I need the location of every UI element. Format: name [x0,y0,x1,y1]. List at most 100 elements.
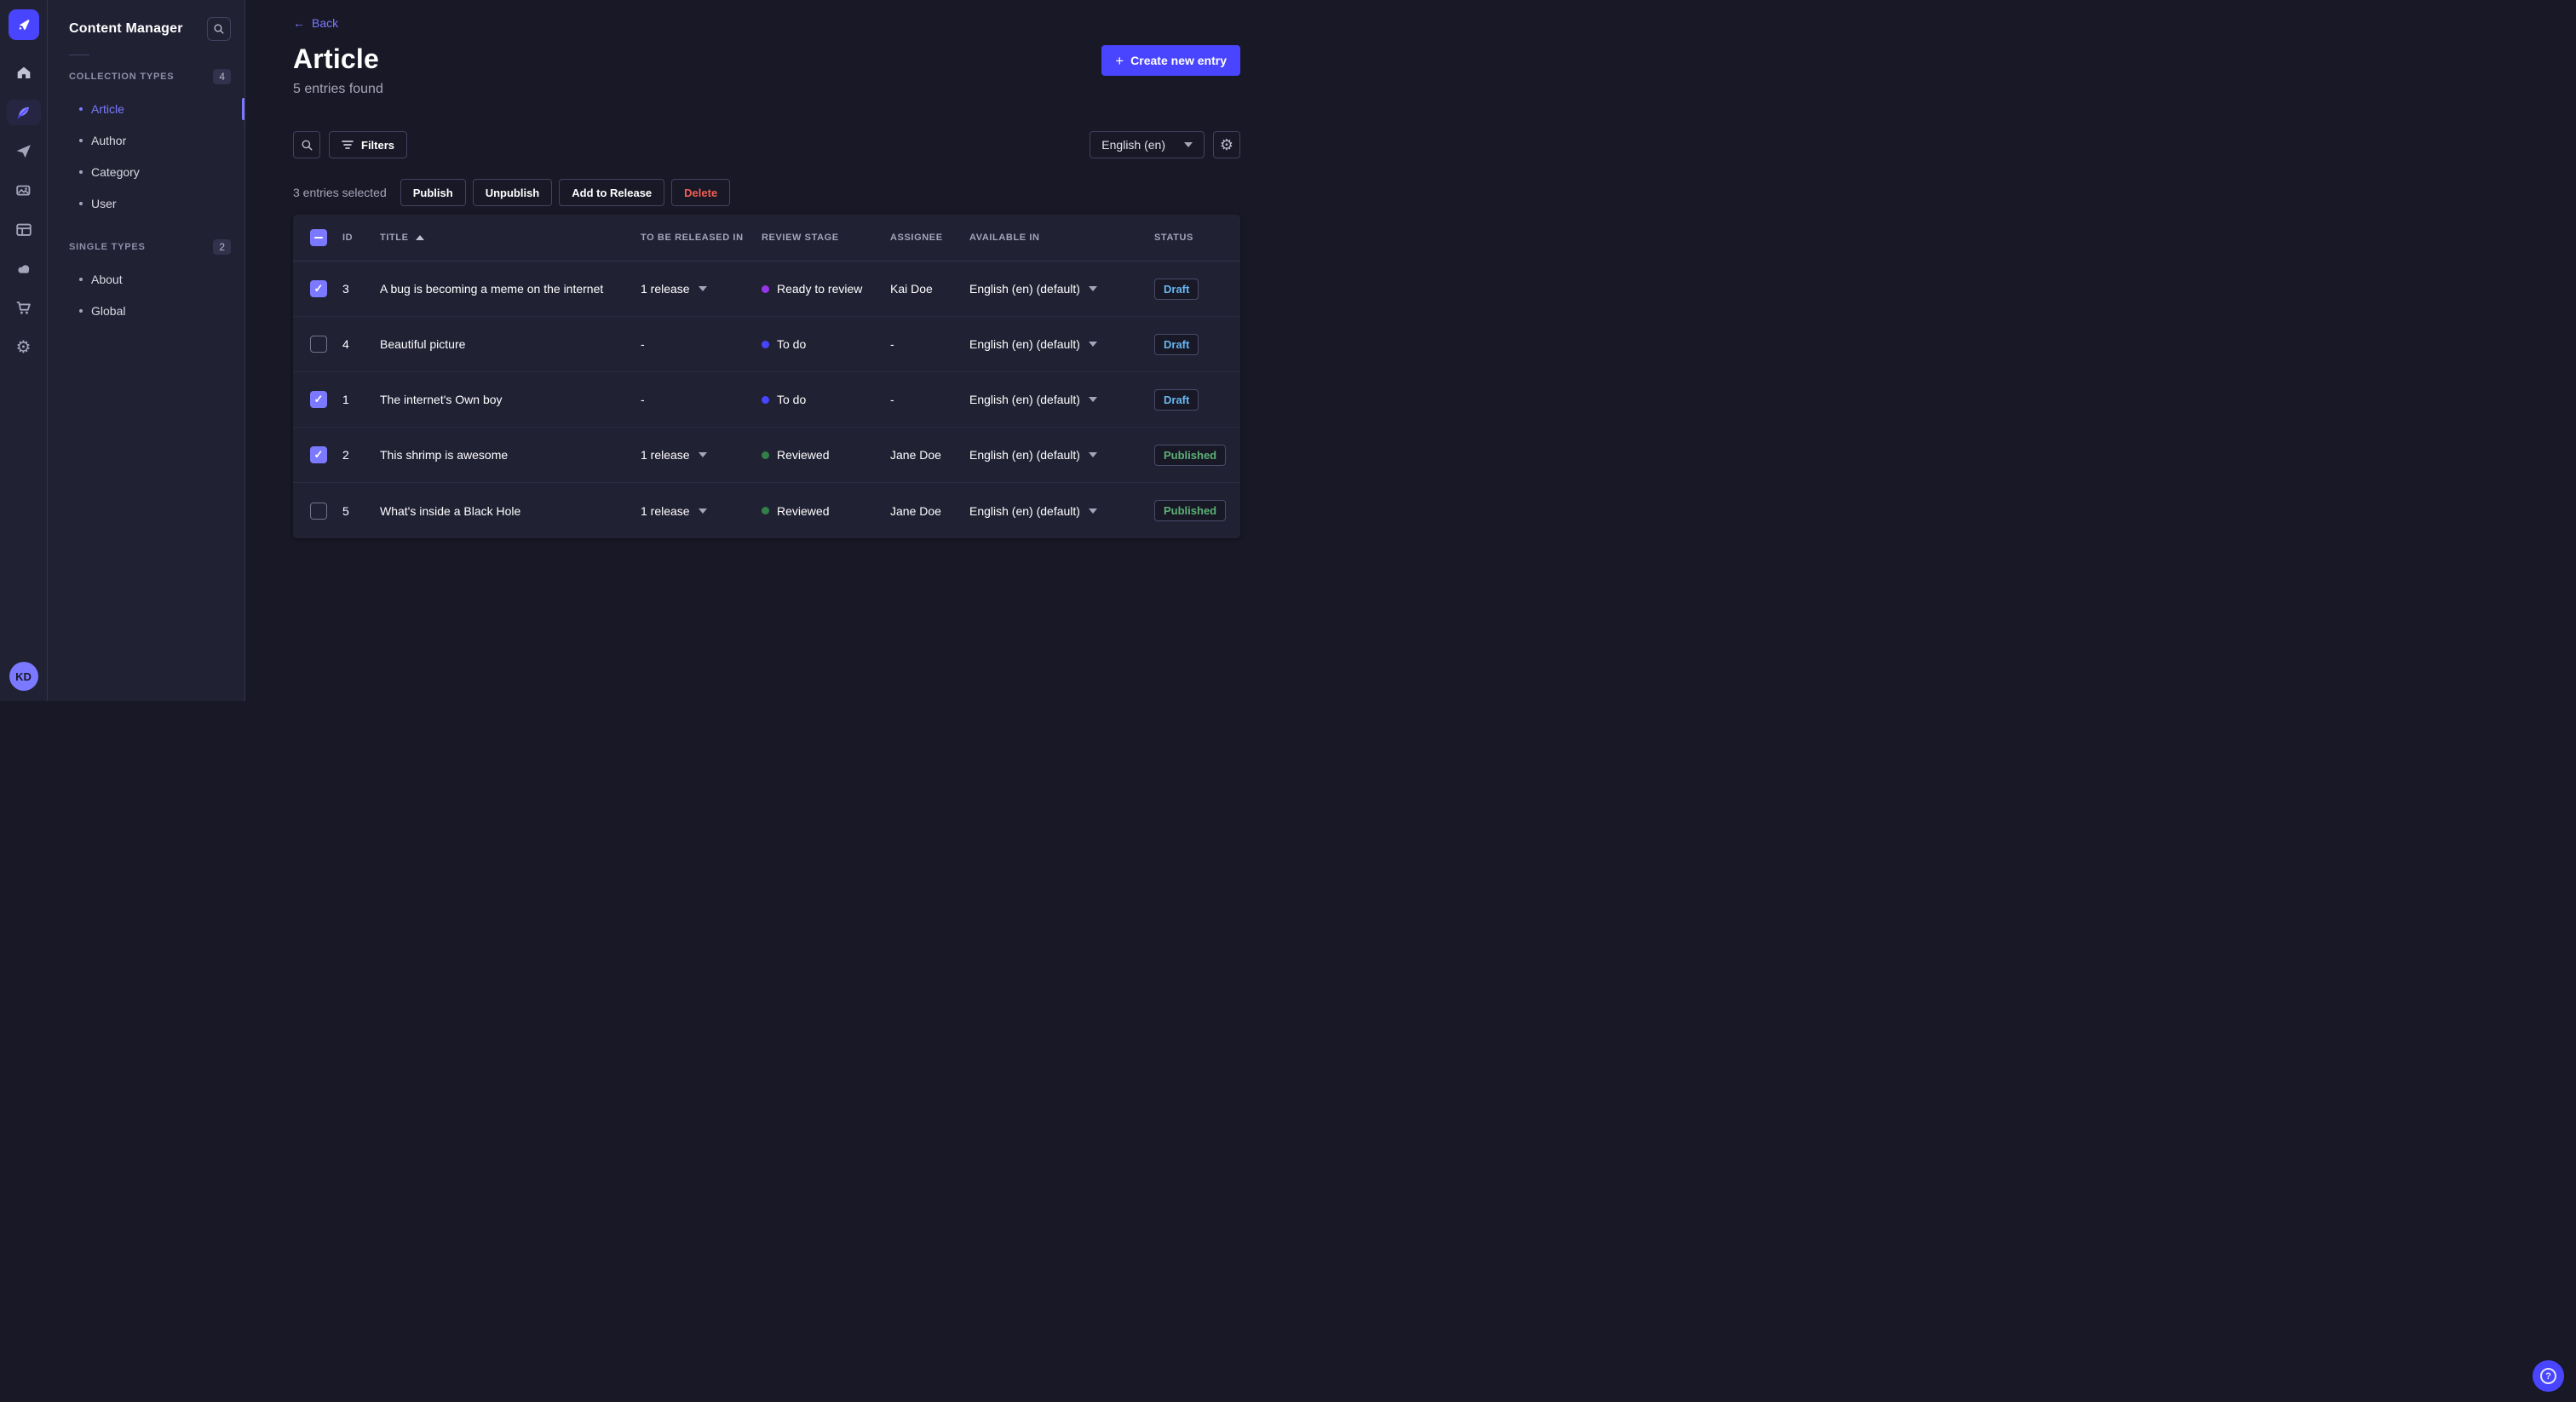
status-badge: Draft [1154,278,1199,300]
release-dropdown[interactable]: 1 release [641,504,762,518]
strapi-logo[interactable] [8,9,39,40]
count-badge: 2 [213,239,231,255]
release-dropdown[interactable]: 1 release [641,282,762,296]
settings-icon[interactable]: ⚙ [7,335,41,360]
page-title: Article [293,43,379,74]
release-dropdown[interactable]: 1 release [641,448,762,462]
chevron-down-icon [1088,508,1097,514]
filter-icon [342,141,354,149]
active-indicator [242,97,244,120]
chevron-down-icon [1088,397,1097,402]
toolbar: Filters English (en) ⚙ [293,131,1240,158]
chevron-down-icon [1184,142,1193,147]
sidebar-item-user[interactable]: User [48,187,244,219]
sidebar-item-article[interactable]: Article [48,93,244,124]
sidebar-title: Content Manager [69,21,183,36]
bullet-icon [79,308,83,313]
content-type-builder-icon[interactable] [7,217,41,243]
check-icon: ✓ [313,393,324,405]
chevron-down-icon [698,452,707,457]
bullet-icon [79,277,83,281]
check-icon: ✓ [313,448,324,461]
content-manager-sidebar: Content Manager COLLECTION TYPES 4 Artic… [48,0,245,701]
help-button[interactable]: ? [2533,1360,2564,1392]
row-checkbox[interactable]: ✓ [310,502,327,520]
stage-dot-icon [762,284,769,293]
select-all-checkbox[interactable] [310,229,327,246]
stage-dot-icon [762,451,769,459]
table-row[interactable]: ✓ 2 This shrimp is awesome 1 release Rev… [293,428,1240,483]
arrow-left-icon: ← [293,16,305,30]
marketplace-icon[interactable] [7,296,41,321]
gear-icon: ⚙ [1219,136,1234,153]
review-stage-cell: To do [762,393,890,406]
app-window: ⚙ KD Content Manager COLLECTION TYPES 4 [0,0,1288,701]
release-dropdown[interactable]: - [641,337,762,351]
available-locale-dropdown[interactable]: English (en) (default) [969,393,1154,406]
search-icon [302,140,312,150]
collection-types-section: COLLECTION TYPES 4 Article Author Catego… [48,69,244,219]
stage-dot-icon [762,340,769,348]
row-checkbox[interactable]: ✓ [310,391,327,408]
table-row[interactable]: ✓ 4 Beautiful picture - To do - English … [293,317,1240,372]
status-badge: Draft [1154,333,1199,355]
stage-dot-icon [762,507,769,514]
available-locale-dropdown[interactable]: English (en) (default) [969,504,1154,518]
row-title: Beautiful picture [380,337,466,351]
review-stage-cell: Reviewed [762,448,890,462]
sidebar-item-category[interactable]: Category [48,156,244,187]
create-entry-button[interactable]: + Create new entry [1101,45,1240,76]
bullet-icon [79,201,83,205]
delete-button[interactable]: Delete [671,179,731,206]
releases-icon[interactable] [7,139,41,164]
chevron-down-icon [1088,452,1097,457]
sidebar-item-global[interactable]: Global [48,295,244,326]
table-row[interactable]: ✓ 1 The internet's Own boy - To do - Eng… [293,372,1240,428]
view-settings-button[interactable]: ⚙ [1213,131,1240,158]
chevron-down-icon [1088,286,1097,291]
release-dropdown[interactable]: - [641,393,762,406]
locale-select[interactable]: English (en) [1090,131,1205,158]
status-badge: Published [1154,500,1227,521]
stage-dot-icon [762,395,769,404]
count-badge: 4 [213,69,231,84]
main-nav-rail: ⚙ KD [0,0,48,701]
publish-button[interactable]: Publish [400,179,466,206]
deploy-icon[interactable] [7,256,41,282]
search-button[interactable] [293,131,320,158]
row-checkbox[interactable]: ✓ [310,446,327,463]
section-label: COLLECTION TYPES [69,72,175,82]
avatar[interactable]: KD [9,662,38,691]
row-checkbox[interactable]: ✓ [310,336,327,353]
available-locale-dropdown[interactable]: English (en) (default) [969,337,1154,351]
search-icon-button[interactable] [207,17,231,41]
add-to-release-button[interactable]: Add to Release [559,179,665,206]
sidebar-item-author[interactable]: Author [48,124,244,156]
table-row[interactable]: ✓ 3 A bug is becoming a meme on the inte… [293,261,1240,317]
row-title: The internet's Own boy [380,393,503,406]
table-row[interactable]: ✓ 5 What's inside a Black Hole 1 release… [293,483,1240,538]
row-assignee: - [890,393,894,406]
bullet-icon [79,170,83,174]
bullet-icon [79,106,83,111]
selection-count: 3 entries selected [293,186,387,199]
column-id: ID [342,233,354,243]
available-locale-dropdown[interactable]: English (en) (default) [969,282,1154,296]
row-checkbox[interactable]: ✓ [310,280,327,297]
chevron-down-icon [698,508,707,514]
content-manager-icon[interactable] [6,100,41,125]
unpublish-button[interactable]: Unpublish [472,179,553,206]
table-body: ✓ 3 A bug is becoming a meme on the inte… [293,261,1240,538]
filters-button[interactable]: Filters [329,131,408,158]
row-id: 5 [342,503,349,518]
available-locale-dropdown[interactable]: English (en) (default) [969,448,1154,462]
row-id: 4 [342,337,349,351]
sidebar-item-about[interactable]: About [48,263,244,295]
media-library-icon[interactable] [7,178,41,204]
back-link[interactable]: ← Back [293,16,338,30]
column-title[interactable]: TITLE [380,233,641,243]
search-icon [214,24,224,34]
question-mark-icon: ? [2540,1368,2556,1384]
sort-ascending-icon [415,235,424,240]
home-icon[interactable] [7,60,41,86]
